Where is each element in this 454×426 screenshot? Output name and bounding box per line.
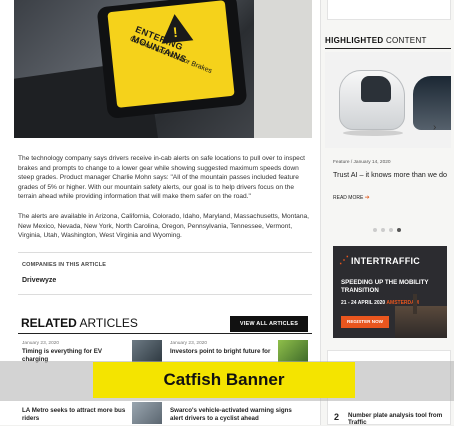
feature-headline[interactable]: Trust AI – it knows more than we do (333, 170, 447, 179)
vehicle-pod-window (361, 76, 391, 102)
highlighted-title-bold: HIGHLIGHTED (325, 36, 384, 45)
carousel-next-icon[interactable]: › (433, 122, 436, 133)
divider (18, 252, 312, 253)
carousel-dot[interactable] (381, 228, 385, 232)
related-date: January 23, 2020 (22, 341, 60, 346)
vehicle-pod-dark (413, 76, 451, 130)
article-paragraph-1: The technology company says drivers rece… (18, 155, 305, 201)
related-headline[interactable]: Investors point to bright future for (170, 348, 274, 356)
ad-church-spire (413, 294, 417, 314)
sidebar-top-widget (327, 0, 451, 20)
related-thumbnail[interactable] (132, 402, 162, 424)
highlighted-content-title: HIGHLIGHTED CONTENT (325, 36, 427, 45)
related-title-rest: ARTICLES (76, 316, 138, 330)
carousel-dots (373, 219, 405, 237)
catfish-banner[interactable]: Catfish Banner (93, 362, 355, 398)
highlighted-rule (325, 48, 451, 49)
carousel-dot-active[interactable] (397, 228, 401, 232)
ad-brand: INTERTRAFFIC (351, 256, 421, 266)
related-article-2[interactable]: January 23, 2020 Investors point to brig… (170, 341, 274, 356)
ad-tagline: SPEEDING UP THE MOBILITY TRANSITION (341, 279, 429, 294)
view-all-articles-button[interactable]: VIEW ALL ARTICLES (230, 316, 308, 332)
related-headline[interactable]: Swarco's vehicle-activated warning signs… (170, 407, 298, 422)
related-thumbnail[interactable] (132, 340, 162, 362)
divider (18, 294, 312, 295)
related-title-bold: RELATED (21, 316, 77, 330)
ad-city-skyline (395, 306, 447, 338)
article-paragraph-2: The alerts are available in Arizona, Cal… (18, 213, 310, 240)
company-link[interactable]: Drivewyze (22, 277, 56, 284)
most-popular-number: 2 (334, 412, 340, 422)
cab-panel (254, 0, 312, 138)
related-article-3[interactable]: LA Metro seeks to attract more bus rider… (22, 405, 128, 422)
arrow-right-icon: ➔ (364, 195, 370, 201)
related-rule (18, 333, 312, 334)
intertraffic-ad[interactable]: ⋰ INTERTRAFFIC SPEEDING UP THE MOBILITY … (333, 246, 447, 338)
register-now-button[interactable]: REGISTER NOW (341, 316, 389, 328)
highlighted-feature-image[interactable] (325, 52, 451, 148)
related-headline[interactable]: LA Metro seeks to attract more bus rider… (22, 407, 128, 422)
intertraffic-logo-icon: ⋰ (339, 255, 349, 266)
related-article-4[interactable]: Swarco's vehicle-activated warning signs… (170, 405, 298, 422)
vehicle-pod-shadow (343, 130, 403, 136)
carousel-dot[interactable] (389, 228, 393, 232)
related-title: RELATED ARTICLES (21, 316, 138, 330)
related-date: January 23, 2020 (170, 341, 208, 346)
related-thumbnail[interactable] (278, 340, 308, 362)
highlighted-title-rest: CONTENT (383, 36, 427, 45)
companies-label: COMPANIES IN THIS ARTICLE (22, 262, 107, 268)
carousel-dot[interactable] (373, 228, 377, 232)
ad-date-range: 21 - 24 APRIL 2020 (341, 300, 386, 306)
most-popular-headline[interactable]: Number plate analysis tool from Traffic (348, 412, 448, 426)
related-article-1[interactable]: January 23, 2020 Timing is everything fo… (22, 341, 128, 363)
article-hero-image: ! ENTERING MOUNTAINS Go slow and Monitor… (14, 0, 312, 138)
read-more-link[interactable]: READ MORE ➔ (333, 194, 370, 201)
read-more-label: READ MORE (333, 195, 364, 201)
feature-meta: Feature / January 14, 2020 (333, 160, 391, 165)
